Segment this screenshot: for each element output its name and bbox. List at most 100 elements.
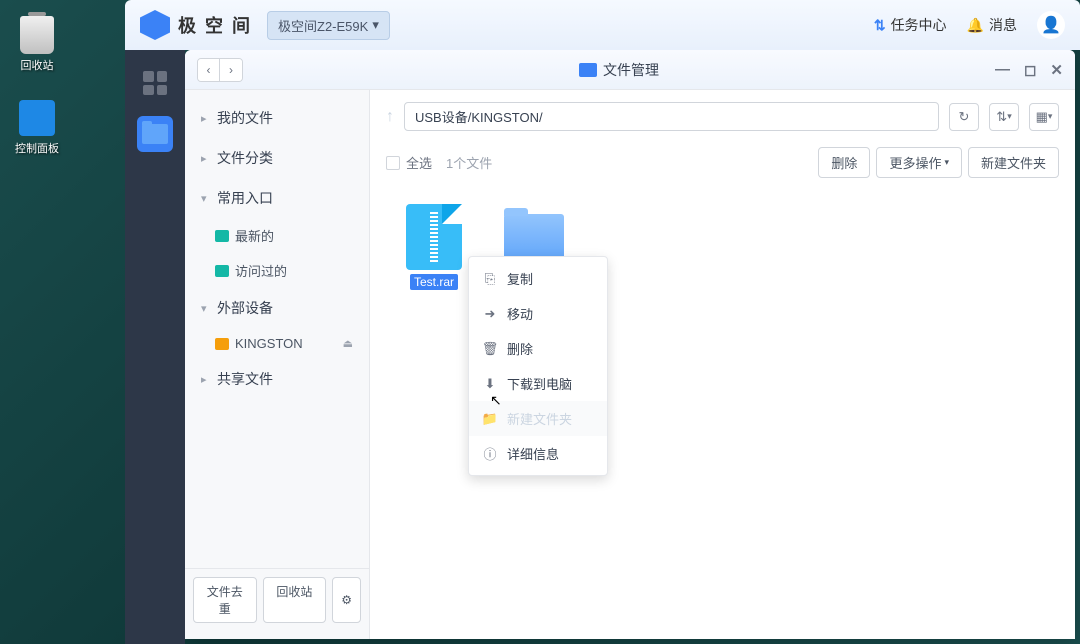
- new-folder-button[interactable]: 新建文件夹: [968, 147, 1059, 178]
- file-dedup-button[interactable]: 文件去重: [193, 577, 257, 623]
- logo-cube-icon: [140, 10, 170, 40]
- chevron-down-icon: ▾: [944, 157, 949, 168]
- sidebar: ▸ 我的文件 ▸ 文件分类 ▾ 常用入口 最新的 访问过的: [185, 90, 370, 639]
- context-copy[interactable]: ⎘ 复制: [469, 261, 607, 296]
- sidebar-kingston[interactable]: KINGSTON ⏏: [185, 328, 369, 359]
- recycle-bin-icon: [20, 16, 54, 54]
- context-details[interactable]: ⓘ 详细信息: [469, 436, 607, 471]
- up-button[interactable]: ↑: [386, 108, 394, 126]
- path-input[interactable]: [404, 102, 939, 131]
- sidebar-recent[interactable]: 最新的: [185, 218, 369, 253]
- context-label: 删除: [507, 339, 533, 358]
- context-move[interactable]: ➜ 移动: [469, 296, 607, 331]
- sidebar-visited[interactable]: 访问过的: [185, 253, 369, 288]
- checkbox-icon: [386, 156, 400, 170]
- topbar: 极 空 间 极空间Z2-E59K ▾ ⇅ 任务中心 🔔 消息 👤: [125, 0, 1080, 50]
- folder-icon: [215, 230, 229, 242]
- brand-name: 极 空 间: [178, 12, 252, 38]
- messages-button[interactable]: 🔔 消息: [967, 15, 1017, 35]
- chevron-down-icon: ▾: [1048, 111, 1053, 122]
- context-label: 移动: [507, 304, 533, 323]
- tree-label: 共享文件: [217, 369, 273, 389]
- folder-icon: [504, 214, 564, 262]
- refresh-button[interactable]: ↻: [949, 103, 979, 131]
- drive-icon: [215, 338, 229, 350]
- select-all-label: 全选: [406, 153, 432, 172]
- folder-icon: 📁: [483, 412, 497, 426]
- device-name: 极空间Z2-E59K: [278, 16, 368, 35]
- sidebar-file-category[interactable]: ▸ 文件分类: [185, 138, 369, 178]
- gear-icon: ⚙: [341, 593, 352, 607]
- desktop-control-panel[interactable]: 控制面板: [15, 98, 59, 156]
- move-icon: ➜: [483, 307, 497, 321]
- tree-label: KINGSTON: [235, 336, 303, 351]
- more-actions-label: 更多操作: [889, 153, 941, 172]
- eject-icon[interactable]: ⏏: [343, 337, 353, 350]
- folder-icon: [579, 63, 597, 77]
- dock-apps[interactable]: [137, 65, 173, 101]
- download-icon: ⬇: [483, 377, 497, 391]
- settings-button[interactable]: ⚙: [332, 577, 361, 623]
- sort-button[interactable]: ⇅▾: [989, 103, 1019, 131]
- chevron-down-icon: ▾: [372, 17, 379, 33]
- chevron-down-icon: ▾: [201, 192, 213, 205]
- info-icon: ⓘ: [483, 447, 497, 461]
- archive-file-icon: [406, 204, 462, 270]
- titlebar: ‹ › 文件管理 — ◻ ✕: [185, 50, 1075, 90]
- brand-logo[interactable]: 极 空 间: [140, 10, 252, 40]
- sidebar-my-files[interactable]: ▸ 我的文件: [185, 98, 369, 138]
- context-delete[interactable]: 🗑 删除: [469, 331, 607, 366]
- folder-icon: [215, 265, 229, 277]
- context-menu: ⎘ 复制 ➜ 移动 🗑 删除 ⬇ 下载到电脑 📁 新建文件夹 ⓘ 详细信息: [468, 256, 608, 476]
- messages-label: 消息: [989, 15, 1017, 35]
- context-label: 复制: [507, 269, 533, 288]
- sidebar-shared-files[interactable]: ▸ 共享文件: [185, 359, 369, 399]
- tree-label: 最新的: [235, 226, 274, 245]
- sidebar-external-devices[interactable]: ▾ 外部设备: [185, 288, 369, 328]
- sidebar-common-entry[interactable]: ▾ 常用入口: [185, 178, 369, 218]
- nav-back-button[interactable]: ‹: [198, 59, 220, 81]
- file-count: 1个文件: [446, 153, 492, 172]
- desktop-icon-label: 回收站: [21, 57, 54, 73]
- more-actions-button[interactable]: 更多操作 ▾: [876, 147, 962, 178]
- close-button[interactable]: ✕: [1050, 61, 1063, 79]
- select-all-checkbox[interactable]: 全选: [386, 153, 432, 172]
- task-center-button[interactable]: ⇅ 任务中心: [874, 15, 947, 35]
- maximize-button[interactable]: ◻: [1024, 61, 1036, 79]
- recycle-button[interactable]: 回收站: [263, 577, 327, 623]
- view-button[interactable]: ▦▾: [1029, 103, 1059, 131]
- left-dock: [125, 50, 185, 644]
- chevron-right-icon: ▸: [201, 152, 213, 165]
- user-avatar[interactable]: 👤: [1037, 11, 1065, 39]
- desktop-recycle-bin[interactable]: 回收站: [15, 15, 59, 73]
- file-item-test-rar[interactable]: Test.rar: [394, 204, 474, 623]
- user-icon: 👤: [1041, 15, 1061, 35]
- chevron-right-icon: ▸: [201, 112, 213, 125]
- cursor-icon: ↖: [490, 392, 502, 409]
- chevron-down-icon: ▾: [1007, 111, 1012, 122]
- device-selector[interactable]: 极空间Z2-E59K ▾: [267, 11, 390, 40]
- trash-icon: 🗑: [483, 342, 497, 356]
- tree-label: 我的文件: [217, 108, 273, 128]
- desktop-icon-label: 控制面板: [15, 140, 59, 156]
- file-label: Test.rar: [410, 274, 458, 290]
- grid-icon: [143, 71, 167, 95]
- copy-icon: ⎘: [483, 272, 497, 286]
- tree-label: 访问过的: [235, 261, 287, 280]
- nav-forward-button[interactable]: ›: [220, 59, 242, 81]
- sort-icon: ⇅: [996, 109, 1007, 125]
- file-manager-window: ‹ › 文件管理 — ◻ ✕ ▸ 我的文件 ▸ 文件分类: [185, 50, 1075, 639]
- tree-label: 文件分类: [217, 148, 273, 168]
- control-panel-icon: [19, 100, 55, 136]
- delete-button[interactable]: 删除: [818, 147, 870, 178]
- context-label: 新建文件夹: [507, 409, 572, 428]
- context-label: 下载到电脑: [507, 374, 572, 393]
- minimize-button[interactable]: —: [995, 61, 1010, 79]
- folder-icon: [142, 124, 168, 144]
- dock-files[interactable]: [137, 116, 173, 152]
- tree-label: 常用入口: [217, 188, 273, 208]
- transfer-icon: ⇅: [874, 17, 886, 34]
- tree-label: 外部设备: [217, 298, 273, 318]
- refresh-icon: ↻: [959, 109, 970, 125]
- task-center-label: 任务中心: [891, 15, 947, 35]
